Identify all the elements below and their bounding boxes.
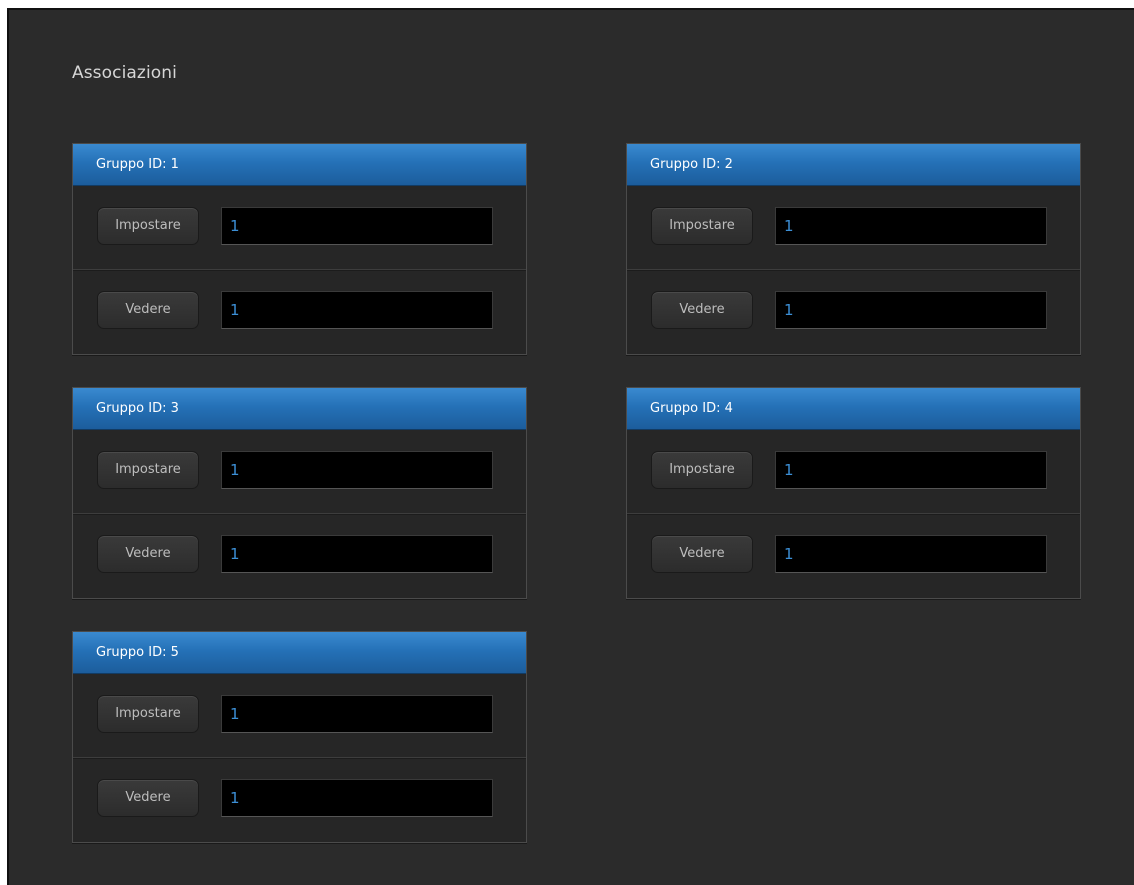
set-value-input[interactable]: [221, 451, 493, 489]
group-5-panel: Gruppo ID: 5 Impostare Vedere: [72, 631, 527, 843]
view-value-field[interactable]: [221, 291, 493, 329]
view-value-field[interactable]: [775, 291, 1047, 329]
group-header: Gruppo ID: 2: [627, 144, 1080, 186]
view-row: Vedere: [73, 270, 526, 354]
set-value-input[interactable]: [221, 207, 493, 245]
set-row: Impostare: [73, 430, 526, 514]
view-button[interactable]: Vedere: [97, 291, 199, 329]
group-3-panel: Gruppo ID: 3 Impostare Vedere: [72, 387, 527, 599]
set-button[interactable]: Impostare: [97, 695, 199, 733]
view-row: Vedere: [627, 514, 1080, 598]
set-value-input[interactable]: [775, 451, 1047, 489]
set-row: Impostare: [627, 186, 1080, 270]
set-row: Impostare: [73, 186, 526, 270]
set-button[interactable]: Impostare: [651, 451, 753, 489]
set-row: Impostare: [73, 674, 526, 758]
set-button[interactable]: Impostare: [97, 451, 199, 489]
view-value-field[interactable]: [775, 535, 1047, 573]
page-title: Associazioni: [72, 63, 177, 83]
set-value-input[interactable]: [775, 207, 1047, 245]
group-header: Gruppo ID: 3: [73, 388, 526, 430]
group-4-panel: Gruppo ID: 4 Impostare Vedere: [626, 387, 1081, 599]
group-2-panel: Gruppo ID: 2 Impostare Vedere: [626, 143, 1081, 355]
set-button[interactable]: Impostare: [651, 207, 753, 245]
view-button[interactable]: Vedere: [651, 535, 753, 573]
set-button[interactable]: Impostare: [97, 207, 199, 245]
group-header: Gruppo ID: 4: [627, 388, 1080, 430]
view-button[interactable]: Vedere: [97, 535, 199, 573]
set-value-input[interactable]: [221, 695, 493, 733]
view-row: Vedere: [73, 514, 526, 598]
group-header: Gruppo ID: 5: [73, 632, 526, 674]
set-row: Impostare: [627, 430, 1080, 514]
view-value-field[interactable]: [221, 779, 493, 817]
group-1-panel: Gruppo ID: 1 Impostare Vedere: [72, 143, 527, 355]
view-button[interactable]: Vedere: [651, 291, 753, 329]
view-row: Vedere: [627, 270, 1080, 354]
view-row: Vedere: [73, 758, 526, 842]
associations-panel: Associazioni Gruppo ID: 1 Impostare Vede…: [7, 8, 1134, 885]
view-value-field[interactable]: [221, 535, 493, 573]
view-button[interactable]: Vedere: [97, 779, 199, 817]
group-header: Gruppo ID: 1: [73, 144, 526, 186]
